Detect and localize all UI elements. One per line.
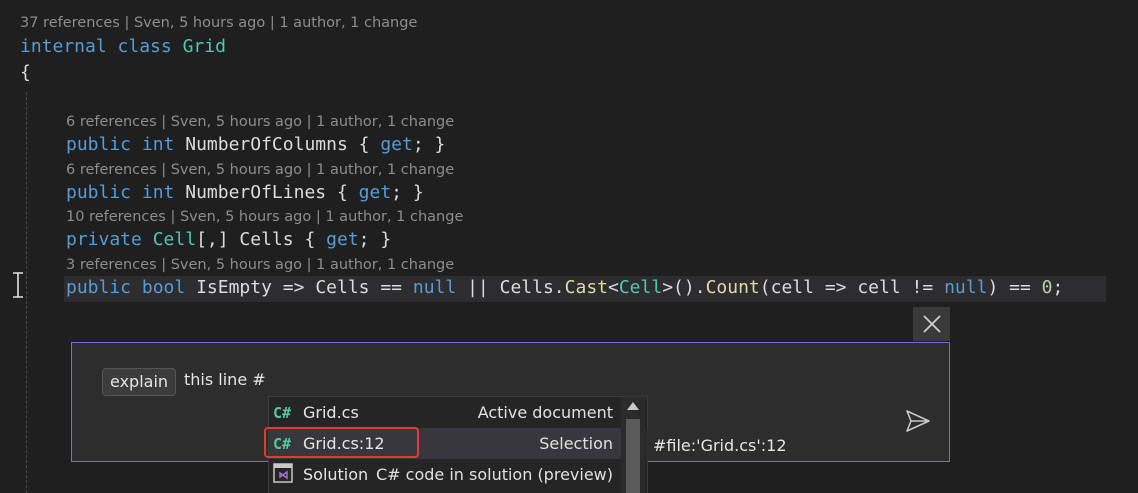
member-codelens-isempty[interactable]: 3 references | Sven, 5 hours ago | 1 aut… [66,257,454,273]
member-codelens-numberoflines[interactable]: 6 references | Sven, 5 hours ago | 1 aut… [66,162,454,178]
keyword-null: null [412,277,457,298]
method-cast: Cast [564,277,608,298]
keyword-int: int [141,134,175,155]
member-numberoflines: public int NumberOfLines { get; } [66,181,424,205]
send-icon[interactable] [905,409,931,433]
close-chat-button[interactable] [913,307,950,341]
dot: . [694,277,706,298]
gt: > [662,277,674,298]
method-count: Count [705,277,760,298]
brace: { [304,229,316,250]
dropdown-item-name: Solution [303,465,369,484]
op-eq: == [1009,277,1031,298]
brace-close: ; } [391,182,424,203]
dot: . [553,277,565,298]
chat-prompt-text[interactable]: this line # [184,370,266,389]
dropdown-item-desc: C# code in solution (preview) [375,465,613,484]
keyword-get: get [326,229,359,250]
member-codelens-cells[interactable]: 10 references | Sven, 5 hours ago | 1 au… [66,209,463,225]
lambda-param-ref: cell [857,277,901,298]
open-brace: { [20,62,31,83]
keyword-public: public [66,182,132,203]
member-cells: private Cell[,] Cells { get; } [66,228,391,252]
ref-cells: Cells [315,277,370,298]
keyword-bool: bool [141,277,186,298]
op-or: || [467,277,489,298]
paren-open: ( [759,277,771,298]
dropdown-item-desc: Active document [477,403,613,422]
brace: { [336,182,348,203]
ref-cells-2: Cells [499,277,554,298]
keyword-private: private [66,229,142,250]
keyword-class: class [117,36,172,57]
scroll-thumb[interactable] [626,419,640,493]
member-numberofcolumns: public int NumberOfColumns { get; } [66,133,445,157]
solution-icon [273,462,297,487]
csharp-icon: C# [273,403,292,422]
keyword-internal: internal [20,36,107,57]
keyword-null: null [944,277,988,298]
keyword-get: get [358,182,392,203]
member-codelens-numberofcolumns[interactable]: 6 references | Sven, 5 hours ago | 1 aut… [66,114,454,130]
type-cell: Cell [152,229,197,250]
op-neq: != [911,277,934,298]
member-isempty[interactable]: public bool IsEmpty => Cells == null || … [66,276,1063,300]
op-eq: == [380,277,403,298]
lt: < [608,277,619,298]
lambda-param: cell [770,277,814,298]
close-icon [922,315,941,333]
dropdown-scrollbar[interactable] [621,397,645,493]
property-name: NumberOfColumns [185,134,348,155]
keyword-public: public [66,134,132,155]
parens: () [673,277,695,298]
reference-tooltip: #file:'Grid.cs':12 [646,430,787,461]
arrow: => [282,277,305,298]
arrow: => [824,277,847,298]
explain-command-chip[interactable]: explain [102,368,177,396]
class-codelens[interactable]: 37 references | Sven, 5 hours ago | 1 au… [20,15,417,31]
dropdown-item-name: Grid.cs [303,403,359,422]
property-name: Cells [239,229,294,250]
keyword-int: int [141,182,175,203]
selection-highlight-box [264,427,419,458]
number-zero: 0 [1041,277,1053,298]
keyword-public: public [66,277,132,298]
class-name: Grid [182,36,226,57]
scroll-up-icon[interactable] [627,402,639,410]
dropdown-item-desc: Selection [539,434,613,453]
semicolon: ; [1052,277,1064,298]
type-cell: Cell [618,277,663,298]
indent-guide [26,92,27,493]
property-name: IsEmpty [196,277,272,298]
brace-close: ; } [412,134,446,155]
ibeam-cursor-icon [13,272,23,298]
dropdown-item-grid-cs[interactable]: C# Grid.cs Active document [269,397,621,428]
brace-close: ; } [358,229,392,250]
property-name: NumberOfLines [185,182,327,203]
array-rank: [,] [196,229,229,250]
dropdown-item-solution[interactable]: Solution C# code in solution (preview) [269,459,621,490]
brace: { [358,134,370,155]
paren-close: ) [987,277,999,298]
class-declaration: internal class Grid [20,35,226,59]
keyword-get: get [380,134,413,155]
